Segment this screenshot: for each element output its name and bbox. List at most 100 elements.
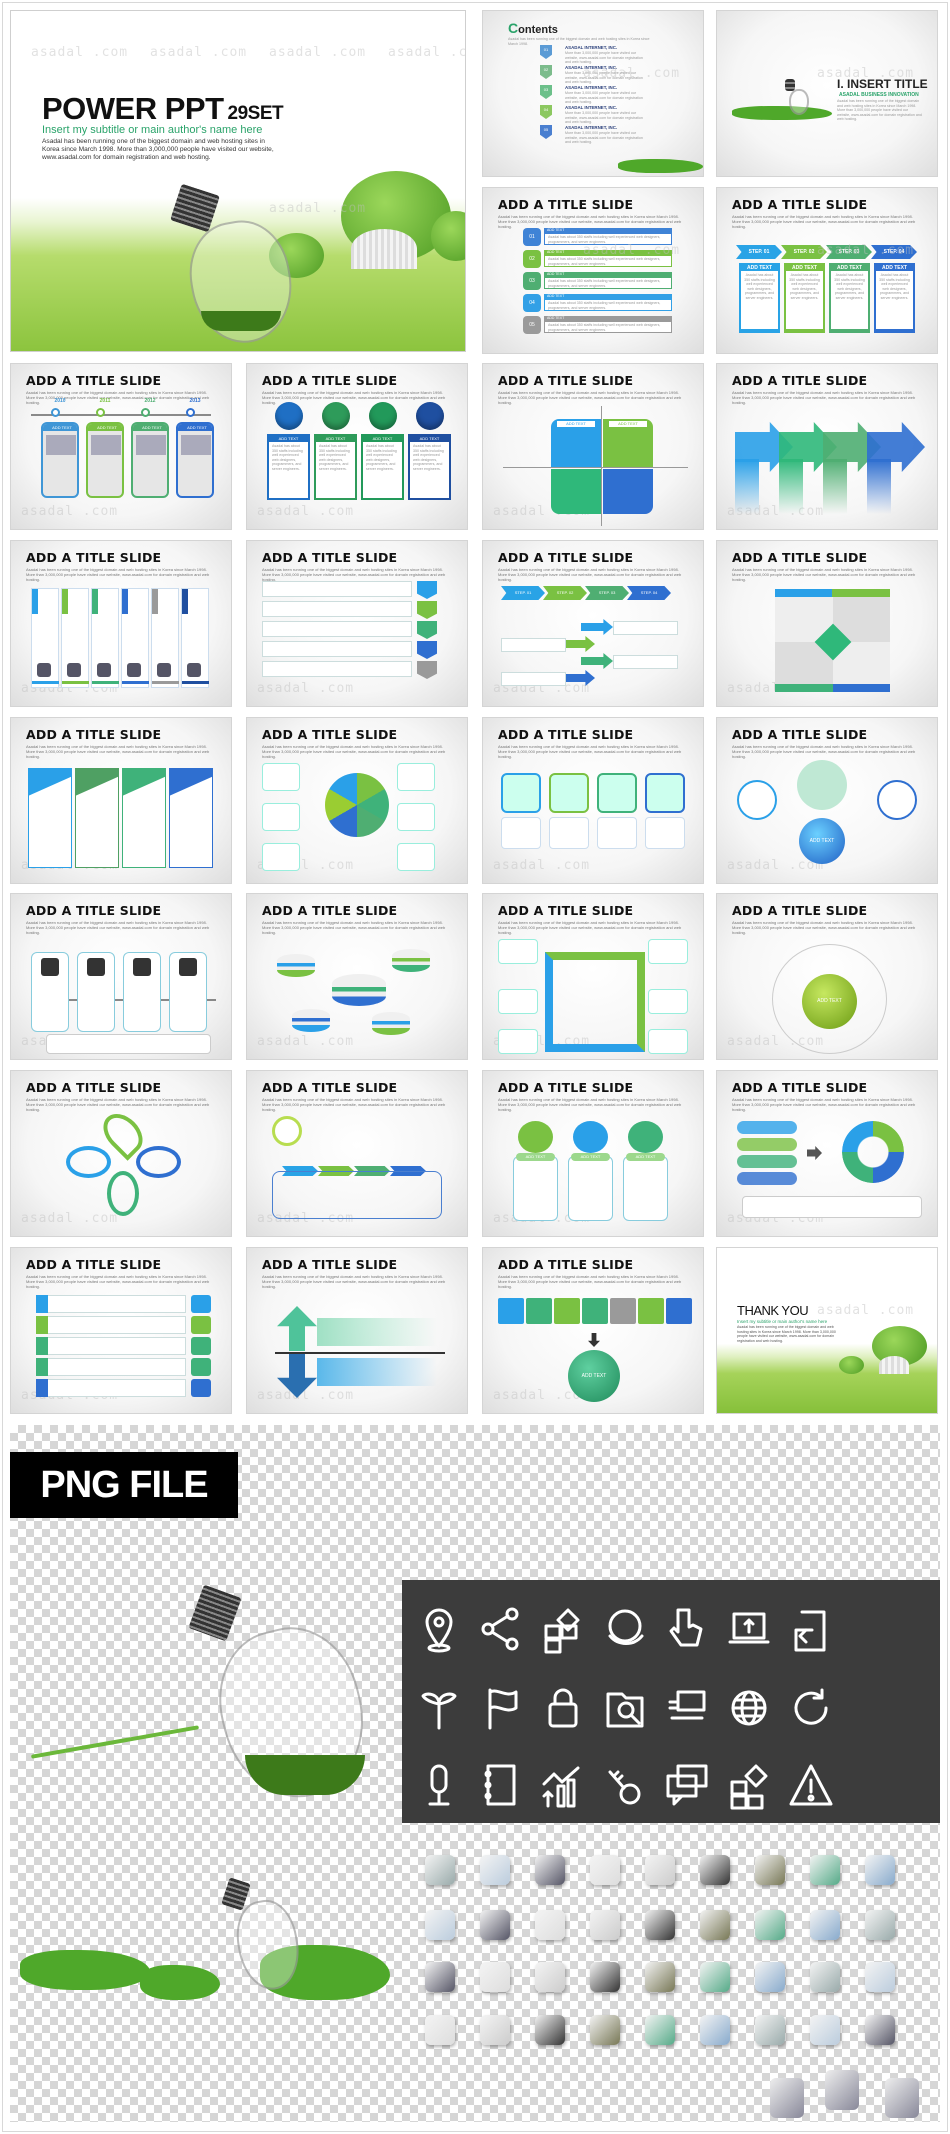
axis-line — [503, 467, 688, 468]
object-icon-png — [770, 2078, 804, 2118]
list-box — [36, 1316, 186, 1334]
template-slide-preview[interactable]: ADD A TITLE SLIDE Asadal has been running… — [246, 363, 468, 530]
text-box — [397, 803, 435, 831]
list-number: 03 — [523, 272, 541, 290]
template-slide-preview[interactable]: ADD A TITLE SLIDE Asadal has been running… — [10, 1247, 232, 1414]
cover-subtitle: Insert my subtitle or main author's name… — [42, 124, 263, 136]
center-circle: ADD TEXT — [799, 818, 845, 864]
watermark: asadal .com — [388, 45, 466, 60]
object-icon-png — [645, 2015, 675, 2045]
object-icon-png — [865, 2015, 895, 2045]
timeline-card-title: ADD TEXT — [178, 424, 212, 431]
circle — [877, 780, 917, 820]
icon-card: ADD TEXT Asadal has about 350 staffs incl… — [267, 434, 310, 500]
slide-title: ADD A TITLE SLIDE — [26, 1257, 162, 1272]
template-slide-preview[interactable]: ADD A TITLE SLIDE Asadal has been running… — [246, 893, 468, 1060]
card-title: ADD TEXT — [571, 1153, 610, 1161]
column-icon — [67, 663, 81, 677]
list-item-text: Asadal has about 350 staffs including we… — [544, 299, 672, 311]
cover-slide-preview[interactable]: POWER PPT 29SET Insert my subtitle or mai… — [10, 10, 466, 352]
slide-title: ADD A TITLE SLIDE — [732, 550, 868, 565]
icon-card-text: Asadal has about 350 staffs including we… — [413, 444, 444, 471]
step-chevron: STEP. 01 — [501, 586, 545, 600]
divider-line — [275, 1352, 445, 1354]
dome-image — [351, 229, 417, 269]
text-box — [498, 989, 538, 1014]
microphone-icon — [412, 1758, 466, 1812]
slide-title: ADD A TITLE SLIDE — [26, 550, 162, 565]
step-card-text: Asadal has about 350 staffs including we… — [786, 271, 823, 329]
template-slide-preview[interactable]: ADD A TITLE SLIDE Asadal has been running… — [482, 540, 704, 707]
template-slide-preview[interactable]: ADD A TITLE SLIDE Asadal has been running… — [246, 1247, 468, 1414]
icon-card-text: Asadal has about 350 staffs including we… — [319, 444, 350, 471]
template-slide-preview[interactable]: ADD A TITLE SLIDE Asadal has been running… — [716, 893, 938, 1060]
template-slide-preview[interactable]: ADD A TITLE SLIDE Asadal has been running… — [716, 540, 938, 707]
list-item-text: Asadal has about 350 staffs including we… — [544, 277, 672, 289]
template-slide-preview[interactable]: ADD A TITLE SLIDE Asadal has been running… — [246, 717, 468, 884]
contents-item-heading[interactable]: ASADAL INTERNET, INC. — [565, 65, 617, 70]
template-slide-preview[interactable]: ADD A TITLE SLIDE Asadal has been running… — [246, 540, 468, 707]
template-slide-preview[interactable]: ADD A TITLE SLIDE Asadal has been running… — [10, 363, 232, 530]
text-band — [317, 1358, 437, 1386]
template-slide-preview[interactable]: ADD A TITLE SLIDE Asadal has been running… — [482, 893, 704, 1060]
step-chevron: STEP. 02 — [781, 245, 827, 259]
laptop-upload-icon — [722, 1602, 776, 1656]
bullet-box — [501, 817, 541, 849]
arrow-shape — [581, 619, 613, 635]
timeline-photo — [181, 435, 211, 455]
text-box — [262, 843, 300, 871]
template-slide-preview[interactable]: ADD A TITLE SLIDE Asadal has been running… — [10, 717, 232, 884]
template-slide-preview[interactable]: ADD A TITLE SLIDE Asadal has been running… — [716, 717, 938, 884]
object-icon-png — [425, 1855, 455, 1885]
quad-block — [603, 469, 653, 514]
object-icon-png — [480, 1962, 510, 1992]
text-box — [262, 763, 300, 791]
device-icon — [133, 958, 151, 976]
numbered-list-slide-preview[interactable]: ADD A TITLE SLIDE Asadal has been runnin… — [482, 187, 704, 354]
step-chevron: STEP. 02 — [543, 586, 587, 600]
list-number — [417, 661, 437, 679]
petal — [66, 1146, 111, 1178]
arrow-column — [779, 459, 803, 514]
template-slide-preview[interactable]: ADD A TITLE SLIDE Asadal has been running… — [482, 717, 704, 884]
contents-item-heading[interactable]: ASADAL INTERNET, INC. — [565, 45, 617, 50]
section-body: Asadal has been running one of the bigge… — [837, 99, 922, 122]
thank-you-slide-preview[interactable]: THANK YOU Insert my subtitle or main auth… — [716, 1247, 938, 1414]
timeline-card: ADD TEXT — [86, 422, 124, 498]
steps-slide-preview[interactable]: ADD A TITLE SLIDE Asadal has been runnin… — [716, 187, 938, 354]
step-card-text: Asadal has about 350 staffs including we… — [741, 271, 778, 329]
template-slide-preview[interactable]: ADD A TITLE SLIDE Asadal has been running… — [246, 1070, 468, 1237]
bullet-box — [645, 817, 685, 849]
icon-tile — [610, 1298, 636, 1324]
section-title-slide-preview[interactable]: I. INSERT TITLE ASADAL BUSINESS INNOVATI… — [716, 10, 938, 177]
contents-slide-preview[interactable]: Contents Asadal has been running one of … — [482, 10, 704, 177]
bullet-box — [549, 817, 589, 849]
contents-item-text: More than 3,000,000 people have visited … — [565, 71, 643, 85]
sprout-icon — [412, 1680, 466, 1734]
step-chevron: STEP. 01 — [736, 245, 782, 259]
template-slide-preview[interactable]: ADD A TITLE SLIDE Asadal has been running… — [482, 1247, 704, 1414]
section-title: I. INSERT TITLE — [837, 77, 928, 91]
steps-box — [272, 1171, 442, 1219]
template-slide-preview[interactable]: ADD A TITLE SLIDE Asadal has been running… — [716, 1070, 938, 1237]
disc — [628, 1121, 663, 1153]
icon-card: ADD TEXT Asadal has about 350 staffs incl… — [314, 434, 357, 500]
down-arrow — [588, 1333, 600, 1347]
contents-item-heading[interactable]: ASADAL INTERNET, INC. — [565, 125, 617, 130]
slide-title: ADD A TITLE SLIDE — [732, 727, 868, 742]
template-slide-preview[interactable]: ADD A TITLE SLIDE Asadal has been running… — [10, 540, 232, 707]
slide-title: ADD A TITLE SLIDE — [498, 727, 634, 742]
list-item-text: Asadal has about 350 staffs including we… — [544, 233, 672, 245]
contents-item-heading[interactable]: ASADAL INTERNET, INC. — [565, 105, 617, 110]
template-slide-preview[interactable]: ADD A TITLE SLIDE Asadal has been running… — [482, 363, 704, 530]
template-slide-preview[interactable]: ADD A TITLE SLIDE Asadal has been running… — [482, 1070, 704, 1237]
column-footer — [152, 681, 179, 684]
contents-item-heading[interactable]: ASADAL INTERNET, INC. — [565, 85, 617, 90]
template-slide-preview[interactable]: ADD A TITLE SLIDE Asadal has been running… — [10, 1070, 232, 1237]
template-slide-preview[interactable]: ADD A TITLE SLIDE Asadal has been running… — [716, 363, 938, 530]
circle — [797, 760, 847, 810]
slide-desc: Asadal has been running one of the bigge… — [262, 744, 446, 759]
arrow-column — [823, 459, 847, 514]
timeline-year: 2013 — [189, 398, 201, 404]
template-slide-preview[interactable]: ADD A TITLE SLIDE Asadal has been running… — [10, 893, 232, 1060]
